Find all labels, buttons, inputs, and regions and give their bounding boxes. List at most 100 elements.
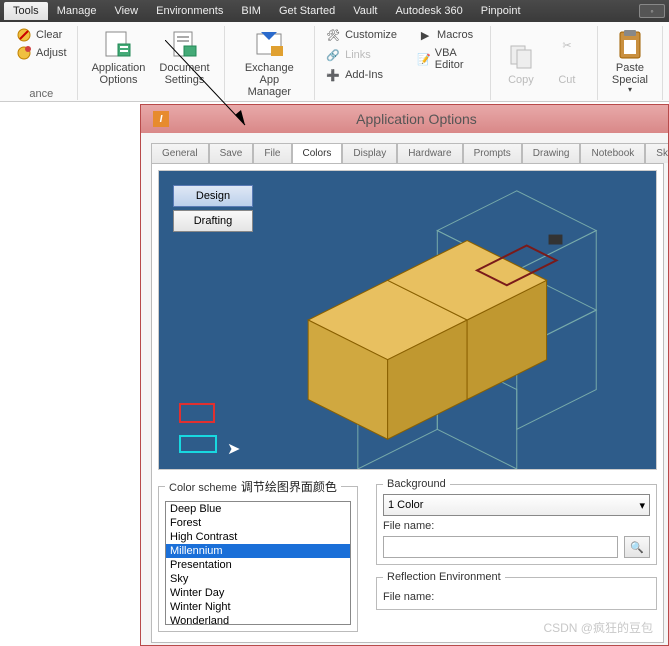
tab-content-colors: Design Drafting xyxy=(151,163,664,643)
macros-button[interactable]: ▶ Macros xyxy=(415,26,482,44)
tab-save[interactable]: Save xyxy=(209,143,254,163)
document-settings-button[interactable]: Document Settings xyxy=(155,26,213,88)
background-value: 1 Color xyxy=(388,499,423,511)
menu-tools[interactable]: Tools xyxy=(4,2,48,20)
app-icon: I xyxy=(153,111,169,127)
red-swatch xyxy=(179,403,215,423)
tab-sketch[interactable]: Sketch xyxy=(645,143,668,163)
color-scheme-listbox[interactable]: Deep Blue Forest High Contrast Millenniu… xyxy=(165,501,351,625)
links-button[interactable]: 🔗 Links xyxy=(323,46,399,64)
links-label: Links xyxy=(345,49,371,61)
scheme-sky[interactable]: Sky xyxy=(166,572,350,586)
ribbon-group-clipboard: Copy ✂ Cut xyxy=(491,26,598,100)
color-preview: Design Drafting xyxy=(158,170,657,470)
cut-icon: ✂ xyxy=(551,40,583,72)
tab-file[interactable]: File xyxy=(253,143,291,163)
links-icon: 🔗 xyxy=(325,47,341,63)
menu-getstarted[interactable]: Get Started xyxy=(270,2,344,20)
cut-label: Cut xyxy=(558,74,575,86)
exchange-icon xyxy=(253,28,285,60)
color-scheme-cn: 调节绘图界面颜色 xyxy=(241,480,337,494)
menu-a360[interactable]: Autodesk 360 xyxy=(386,2,471,20)
tab-display[interactable]: Display xyxy=(342,143,397,163)
app-options-icon xyxy=(102,28,134,60)
menu-vault[interactable]: Vault xyxy=(344,2,386,20)
cursor-icon: ➤ xyxy=(227,439,240,459)
cut-button[interactable]: ✂ Cut xyxy=(547,38,587,88)
reflection-filename-label: File name: xyxy=(383,591,650,603)
customize-label: Customize xyxy=(345,29,397,41)
menubar: Tools Manage View Environments BIM Get S… xyxy=(0,0,669,22)
ribbon-group-paste: Paste Special▾ xyxy=(598,26,663,100)
scheme-forest[interactable]: Forest xyxy=(166,516,350,530)
ribbon: Clear Adjust ance Application Options Do… xyxy=(0,22,669,102)
dialog-body: General Save File Colors Display Hardwar… xyxy=(141,133,668,645)
copy-label: Copy xyxy=(508,74,534,86)
exchange-button[interactable]: Exchange App Manager xyxy=(235,26,305,100)
addins-icon: ➕ xyxy=(325,67,341,83)
copy-button[interactable]: Copy xyxy=(501,38,541,88)
reflection-legend: Reflection Environment xyxy=(383,571,505,583)
customize-icon: 🛠 xyxy=(325,27,341,43)
color-scheme-fieldset: Color scheme 调节绘图界面颜色 Deep Blue Forest Hi… xyxy=(158,478,358,632)
exchange-label: Exchange App Manager xyxy=(239,62,301,98)
search-icon: 🔍 xyxy=(630,541,644,554)
tab-general[interactable]: General xyxy=(151,143,209,163)
ribbon-group-addins: 🛠 Customize 🔗 Links ➕ Add-Ins ▶ Macros 📝VBA … xyxy=(315,26,491,100)
doc-settings-label: Document Settings xyxy=(159,62,209,86)
window-btn[interactable]: ◦ xyxy=(639,4,665,18)
background-legend: Background xyxy=(383,478,450,490)
clear-button[interactable]: Clear xyxy=(14,26,64,44)
color-scheme-legend: Color scheme xyxy=(169,482,237,494)
scheme-winternight[interactable]: Winter Night xyxy=(166,600,350,614)
menu-pinpoint[interactable]: Pinpoint xyxy=(472,2,530,20)
scheme-millennium[interactable]: Millennium xyxy=(166,544,350,558)
clear-label: Clear xyxy=(36,29,62,41)
scheme-wonderland[interactable]: Wonderland xyxy=(166,614,350,625)
ribbon-group-exchange: Exchange App Manager xyxy=(225,26,316,100)
adjust-label: Adjust xyxy=(36,47,67,59)
preview-3d-scene xyxy=(159,171,656,469)
ribbon-group-adjust: Clear Adjust ance xyxy=(6,26,78,100)
filename-input[interactable] xyxy=(383,536,618,558)
app-options-label: Application Options xyxy=(92,62,146,86)
tab-hardware[interactable]: Hardware xyxy=(397,143,462,163)
adjust-button[interactable]: Adjust xyxy=(14,44,69,62)
cyan-swatch xyxy=(179,435,217,453)
macros-icon: ▶ xyxy=(417,27,433,43)
doc-settings-icon xyxy=(168,28,200,60)
scheme-winterday[interactable]: Winter Day xyxy=(166,586,350,600)
adjust-icon xyxy=(16,45,32,61)
dialog-tabs: General Save File Colors Display Hardwar… xyxy=(151,143,658,163)
application-options-button[interactable]: Application Options xyxy=(88,26,150,88)
background-combo[interactable]: 1 Color ▾ xyxy=(383,494,650,516)
addins-button[interactable]: ➕ Add-Ins xyxy=(323,66,399,84)
clear-icon xyxy=(16,27,32,43)
tab-notebook[interactable]: Notebook xyxy=(580,143,645,163)
macros-label: Macros xyxy=(437,29,473,41)
copy-icon xyxy=(505,40,537,72)
vba-icon: 📝 xyxy=(417,51,431,67)
vba-label: VBA Editor xyxy=(435,47,480,71)
customize-button[interactable]: 🛠 Customize xyxy=(323,26,399,44)
scheme-deepblue[interactable]: Deep Blue xyxy=(166,502,350,516)
menu-view[interactable]: View xyxy=(105,2,147,20)
menu-environments[interactable]: Environments xyxy=(147,2,232,20)
background-fieldset: Background 1 Color ▾ File name: 🔍 xyxy=(376,478,657,565)
tab-drawing[interactable]: Drawing xyxy=(522,143,581,163)
paste-special-button[interactable]: Paste Special▾ xyxy=(608,26,652,97)
browse-button[interactable]: 🔍 xyxy=(624,536,650,558)
paste-label: Paste Special xyxy=(612,62,648,86)
tab-colors[interactable]: Colors xyxy=(292,143,343,163)
vba-button[interactable]: 📝VBA Editor xyxy=(415,46,482,72)
application-options-dialog: I Application Options General Save File … xyxy=(140,104,669,646)
menu-manage[interactable]: Manage xyxy=(48,2,106,20)
dialog-title: Application Options xyxy=(177,111,656,127)
filename-label: File name: xyxy=(383,520,650,532)
menu-bim[interactable]: BIM xyxy=(232,2,270,20)
scheme-presentation[interactable]: Presentation xyxy=(166,558,350,572)
addins-label: Add-Ins xyxy=(345,69,383,81)
scheme-highcontrast[interactable]: High Contrast xyxy=(166,530,350,544)
tab-prompts[interactable]: Prompts xyxy=(463,143,522,163)
dialog-titlebar[interactable]: I Application Options xyxy=(141,105,668,133)
